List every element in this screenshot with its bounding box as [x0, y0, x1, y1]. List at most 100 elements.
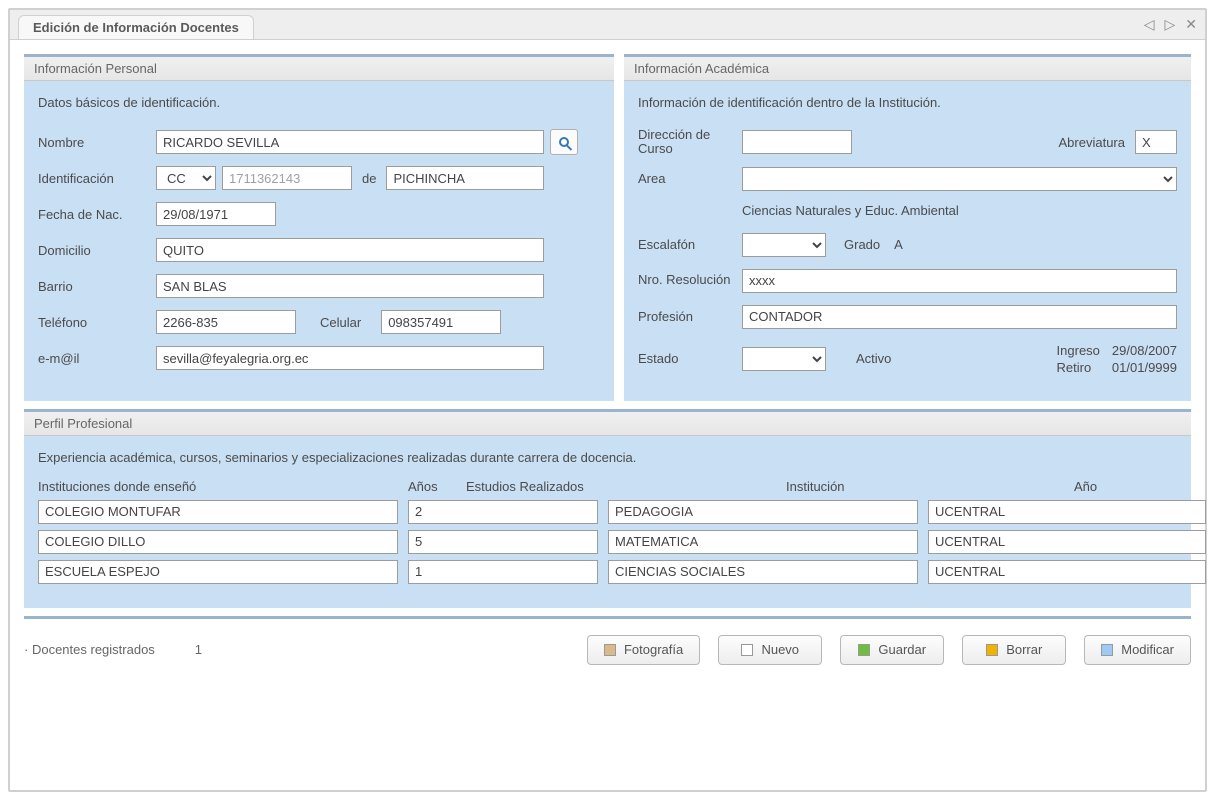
fotografia-button[interactable]: Fotografía — [587, 635, 700, 665]
inst-input[interactable] — [38, 500, 398, 524]
celular-input[interactable] — [381, 310, 501, 334]
telefono-input[interactable] — [156, 310, 296, 334]
col-anos: Años — [408, 479, 456, 494]
estado-select[interactable] — [742, 347, 826, 371]
abreviatura-input[interactable] — [1135, 130, 1177, 154]
col-estudios: Estudios Realizados — [466, 479, 776, 494]
label-barrio: Barrio — [38, 279, 156, 294]
panel-academic-header: Información Académica — [624, 57, 1191, 81]
label-abreviatura: Abreviatura — [1059, 135, 1125, 150]
panel-academic: Información Académica Información de ide… — [624, 54, 1191, 401]
table-row — [38, 530, 1177, 554]
panel-profesional: Perfil Profesional Experiencia académica… — [24, 409, 1191, 608]
delete-icon — [986, 644, 998, 656]
estudio-input[interactable] — [608, 560, 918, 584]
domicilio-input[interactable] — [156, 238, 544, 262]
label-direccion-curso: Dirección de Curso — [638, 128, 742, 157]
label-escalafon: Escalafón — [638, 237, 742, 252]
search-button[interactable] — [550, 129, 578, 155]
label-domicilio: Domicilio — [38, 243, 156, 258]
academic-subtitle: Información de identificación dentro de … — [638, 95, 1177, 110]
guardar-button[interactable]: Guardar — [840, 635, 944, 665]
photo-icon — [604, 644, 616, 656]
inst-input[interactable] — [38, 530, 398, 554]
label-email: e-m@il — [38, 351, 156, 366]
fotografia-label: Fotografía — [624, 642, 683, 657]
modificar-button[interactable]: Modificar — [1084, 635, 1191, 665]
label-estado: Estado — [638, 351, 742, 366]
estudio-input[interactable] — [608, 530, 918, 554]
modificar-label: Modificar — [1121, 642, 1174, 657]
label-grado: Grado — [844, 237, 880, 252]
inst-input[interactable] — [38, 560, 398, 584]
titlebar-controls: ◁ ▷ ✕ — [1144, 16, 1197, 33]
personal-subtitle: Datos básicos de identificación. — [38, 95, 600, 110]
label-profesion: Profesión — [638, 309, 742, 324]
label-nombre: Nombre — [38, 135, 156, 150]
col-instituciones: Instituciones donde enseñó — [38, 479, 398, 494]
footer: · Docentes registrados 1 Fotografía Nuev… — [24, 629, 1191, 665]
nuevo-label: Nuevo — [761, 642, 799, 657]
prof-grid-body — [38, 500, 1177, 584]
school-input[interactable] — [928, 530, 1206, 554]
col-institucion: Institución — [786, 479, 1064, 494]
table-row — [38, 560, 1177, 584]
app-window: Edición de Información Docentes ◁ ▷ ✕ In… — [8, 8, 1207, 792]
guardar-label: Guardar — [878, 642, 926, 657]
prof-grid-headers: Instituciones donde enseñó Años Estudios… — [38, 479, 1177, 494]
nuevo-button[interactable]: Nuevo — [718, 635, 822, 665]
barrio-input[interactable] — [156, 274, 544, 298]
anos-input[interactable] — [408, 530, 598, 554]
label-ingreso: Ingreso — [1057, 343, 1100, 358]
close-icon[interactable]: ✕ — [1185, 16, 1197, 33]
school-input[interactable] — [928, 500, 1206, 524]
email-input[interactable] — [156, 346, 544, 370]
new-icon — [741, 644, 753, 656]
panel-profesional-header: Perfil Profesional — [24, 412, 1191, 436]
separator — [24, 616, 1191, 619]
label-identificacion: Identificación — [38, 171, 156, 186]
school-input[interactable] — [928, 560, 1206, 584]
content: Información Personal Datos básicos de id… — [10, 40, 1205, 679]
label-celular: Celular — [320, 315, 361, 330]
table-row — [38, 500, 1177, 524]
anos-input[interactable] — [408, 560, 598, 584]
prof-subtitle: Experiencia académica, cursos, seminario… — [38, 450, 1177, 465]
label-fecha-nac: Fecha de Nac. — [38, 207, 156, 222]
anos-input[interactable] — [408, 500, 598, 524]
prev-icon[interactable]: ◁ — [1144, 16, 1155, 33]
panel-personal-header: Información Personal — [24, 57, 614, 81]
nro-resolucion-input[interactable] — [742, 269, 1177, 293]
label-area: Area — [638, 171, 742, 186]
col-ano: Año — [1074, 479, 1122, 494]
profesion-input[interactable] — [742, 305, 1177, 329]
label-retiro: Retiro — [1057, 360, 1100, 375]
label-de: de — [362, 171, 376, 186]
borrar-label: Borrar — [1006, 642, 1042, 657]
activo-text: Activo — [856, 351, 891, 366]
registered-count: 1 — [195, 642, 202, 657]
area-select[interactable] — [742, 167, 1177, 191]
nombre-input[interactable] — [156, 130, 544, 154]
edit-icon — [1101, 644, 1113, 656]
next-icon[interactable]: ▷ — [1164, 16, 1175, 33]
grado-value: A — [894, 237, 903, 252]
panel-personal: Información Personal Datos básicos de id… — [24, 54, 614, 401]
label-telefono: Teléfono — [38, 315, 156, 330]
registered-label: Docentes registrados — [32, 642, 155, 657]
direccion-curso-input[interactable] — [742, 130, 852, 154]
search-icon — [559, 137, 569, 147]
id-lugar-input[interactable] — [386, 166, 544, 190]
ingreso-value: 29/08/2007 — [1112, 343, 1177, 358]
borrar-button[interactable]: Borrar — [962, 635, 1066, 665]
fecha-nac-input[interactable] — [156, 202, 276, 226]
escalafon-select[interactable] — [742, 233, 826, 257]
retiro-value: 01/01/9999 — [1112, 360, 1177, 375]
id-numero-input[interactable] — [222, 166, 352, 190]
id-tipo-select[interactable]: CC — [156, 166, 216, 190]
estudio-input[interactable] — [608, 500, 918, 524]
area-hint: Ciencias Naturales y Educ. Ambiental — [742, 203, 959, 218]
save-icon — [858, 644, 870, 656]
titlebar: Edición de Información Docentes ◁ ▷ ✕ — [10, 10, 1205, 40]
label-nro-resolucion: Nro. Resolución — [638, 273, 742, 287]
